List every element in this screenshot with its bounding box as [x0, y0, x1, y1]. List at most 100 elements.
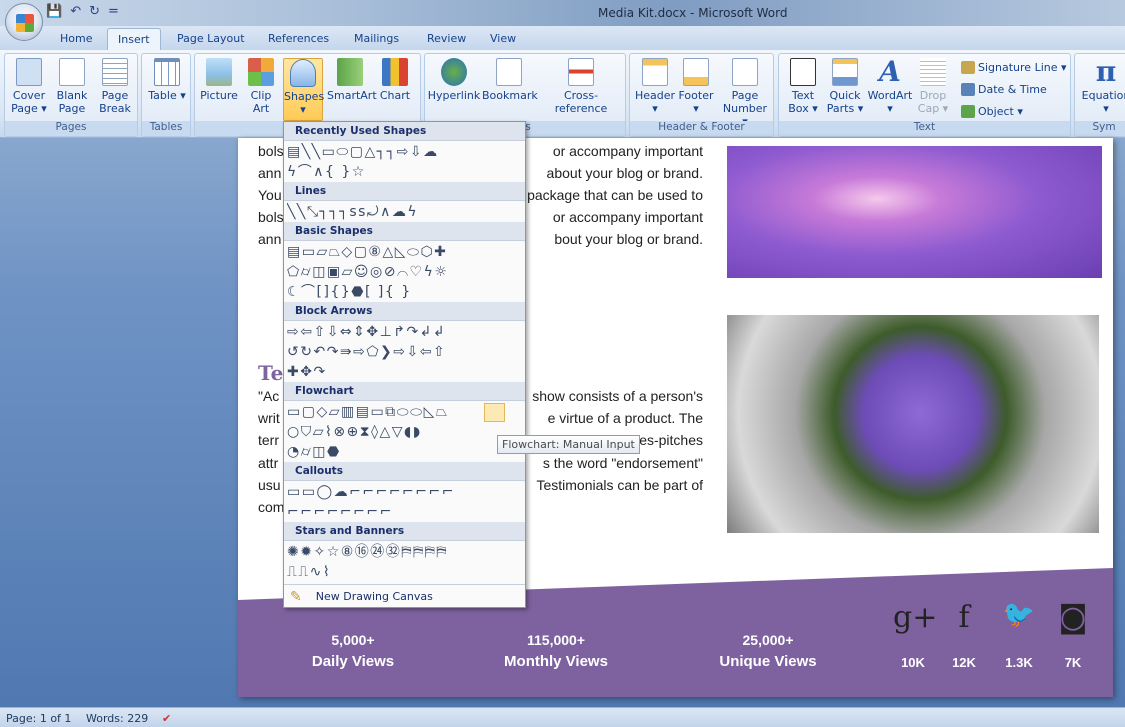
quick-parts-button[interactable]: Quick Parts ▾ [825, 58, 865, 115]
shape-gallery-row[interactable]: ☾⌒[]{}⬣[ ]{ } [287, 282, 525, 302]
tab-mailings[interactable]: Mailings [354, 32, 399, 45]
text-box-icon [790, 58, 816, 86]
blank-page-button[interactable]: Blank Page [53, 58, 91, 115]
date-time-icon [961, 83, 975, 96]
clip-art-button[interactable]: Clip Art [245, 58, 277, 115]
equation-button[interactable]: πEquation ▾ [1079, 58, 1125, 116]
customize-qat-icon[interactable]: = [108, 4, 119, 19]
tab-insert[interactable]: Insert [107, 28, 161, 51]
shapes-button[interactable]: Shapes ▾ [283, 58, 324, 121]
shape-gallery-row[interactable]: ⌐⌐⌐⌐⌐⌐⌐⌐ [287, 502, 525, 522]
smartart-icon [337, 58, 363, 86]
drawing-canvas-icon: ✎ [290, 588, 302, 605]
purple-flower-image [727, 146, 1102, 278]
shape-gallery-row[interactable]: ▭▭◯☁⌐⌐⌐⌐⌐⌐⌐⌐ [287, 482, 525, 502]
tooltip: Flowchart: Manual Input [497, 435, 640, 454]
google-plus-count: 10K [901, 655, 925, 670]
clip-art-icon [248, 58, 274, 86]
group-text: Text Box ▾ Quick Parts ▾ A WordArt ▾ Drop… [778, 53, 1071, 137]
header-icon [642, 58, 668, 86]
window-title: Media Kit.docx - Microsoft Word [598, 6, 788, 20]
hyperlink-icon [441, 58, 467, 86]
object-button[interactable]: Object ▾ [961, 105, 1023, 118]
group-label: Pages [5, 121, 137, 136]
shape-gallery-row[interactable]: ▤▭▱⏢◇▢⑧△◺⬭⬡✚ [287, 242, 525, 262]
bookmark-button[interactable]: Bookmark [482, 58, 538, 102]
cross-reference-icon [568, 58, 594, 86]
footer-button[interactable]: Footer ▾ [676, 58, 716, 115]
shape-gallery-row[interactable]: ○⛉▱⌇⊗⊕⧗◊△▽◖◗ [287, 422, 525, 442]
instagram-count: 7K [1064, 655, 1082, 670]
picture-button[interactable]: Picture [199, 58, 239, 102]
cover-page-button[interactable]: Cover Page ▾ [9, 58, 49, 115]
signature-line-button[interactable]: Signature Line ▾ [961, 61, 1067, 74]
ribbon-tabs: Home Insert Page Layout References Maili… [0, 26, 1125, 51]
cross-reference-button[interactable]: Cross-reference [538, 58, 624, 115]
shape-gallery-row[interactable]: ⇨⇦⇧⇩⇔⇕✥⊥↱↷↲↲ [287, 322, 525, 342]
group-label: Text [779, 121, 1070, 136]
shapes-icon [290, 59, 316, 87]
page-break-icon [102, 58, 128, 86]
smartart-button[interactable]: SmartArt [327, 58, 377, 102]
instagram-icon: ◙ [1058, 600, 1088, 635]
redo-icon[interactable]: ↻ [89, 4, 100, 19]
shape-gallery-row[interactable]: ✚✥↷ [287, 362, 525, 382]
chart-button[interactable]: Chart [377, 58, 413, 102]
wordart-button[interactable]: A WordArt ▾ [867, 58, 913, 116]
footer-icon [683, 58, 709, 86]
group-symbols: πEquation ▾ Sym [1074, 53, 1125, 137]
table-button[interactable]: Table ▾ [146, 58, 188, 102]
stat-unique-views: 25,000+ Unique Views [719, 632, 817, 670]
table-icon [154, 58, 180, 86]
proofing-icon[interactable]: ✔ [162, 712, 171, 725]
group-pages: Cover Page ▾ Blank Page Page Break Pages [4, 53, 138, 137]
blank-page-icon [59, 58, 85, 86]
group-header-footer: Header ▾ Footer ▾ Page Number ▾ Header &… [629, 53, 774, 137]
tab-home[interactable]: Home [60, 32, 92, 45]
text-box-button[interactable]: Text Box ▾ [783, 58, 823, 115]
twitter-icon: 🐦 [1002, 600, 1036, 630]
shape-gallery-row[interactable]: ╲╲⤡┐┐┐ꜱꜱ⤾∧☁ϟ [287, 202, 525, 222]
page-count[interactable]: Page: 1 of 1 [6, 712, 71, 725]
status-bar: Page: 1 of 1 Words: 229 ✔ [0, 707, 1125, 727]
shape-gallery-row[interactable]: ⎍⎍∿⌇ [287, 562, 525, 582]
drop-cap-icon [920, 58, 946, 86]
section-header: Flowchart [284, 382, 525, 401]
stat-daily-views: 5,000+ Daily Views [311, 632, 395, 670]
shape-gallery-row[interactable]: ⬠⌭◫▣▱☺◎⊘⌒♡ϟ☼ [287, 262, 525, 282]
shape-gallery-row[interactable]: ✺✹✧☆⑧⑯㉔㉜⛿⛿⛿⛿ [287, 542, 525, 562]
shape-flowchart-manual-input-highlight[interactable] [484, 403, 505, 422]
page-number-button[interactable]: Page Number ▾ [720, 58, 770, 128]
save-icon[interactable]: 💾 [46, 4, 62, 19]
word-count[interactable]: Words: 229 [86, 712, 148, 725]
group-label: Header & Footer [630, 121, 773, 136]
chart-icon [382, 58, 408, 86]
date-time-button[interactable]: Date & Time [961, 83, 1047, 96]
shape-gallery-row[interactable]: ϟ⌒∧{ }☆ [287, 162, 525, 182]
shape-gallery-row[interactable]: ▤╲╲▭⬭▢△┐┐⇨⇩☁ [287, 142, 525, 162]
page-break-button[interactable]: Page Break [95, 58, 135, 115]
tab-page-layout[interactable]: Page Layout [177, 32, 245, 45]
new-drawing-canvas-item[interactable]: ✎ New Drawing Canvas [284, 584, 525, 608]
undo-icon[interactable]: ↶ [70, 4, 81, 19]
drop-cap-button: Drop Cap ▾ [915, 58, 951, 115]
page-number-icon [732, 58, 758, 86]
section-header: Callouts [284, 462, 525, 481]
shape-gallery-row[interactable]: ◔⌭◫⬣ [287, 442, 525, 462]
quick-access-toolbar: 💾 ↶ ↻ = [46, 4, 119, 19]
group-tables: Table ▾ Tables [141, 53, 191, 137]
section-header: Block Arrows [284, 302, 525, 321]
ribbon: Cover Page ▾ Blank Page Page Break Pages… [0, 50, 1125, 138]
tab-review[interactable]: Review [427, 32, 466, 45]
signature-line-icon [961, 61, 975, 74]
google-plus-icon: g+ [893, 600, 938, 635]
tab-view[interactable]: View [490, 32, 516, 45]
shape-gallery-row[interactable]: ↺↻↶↷⇛⇨⬠❯⇨⇩⇦⇧ [287, 342, 525, 362]
picture-icon [206, 58, 232, 86]
header-button[interactable]: Header ▾ [634, 58, 676, 115]
object-icon [961, 105, 975, 118]
tab-references[interactable]: References [268, 32, 329, 45]
hyperlink-button[interactable]: Hyperlink [427, 58, 481, 102]
office-button[interactable] [5, 3, 43, 41]
section-header: Lines [284, 182, 525, 201]
